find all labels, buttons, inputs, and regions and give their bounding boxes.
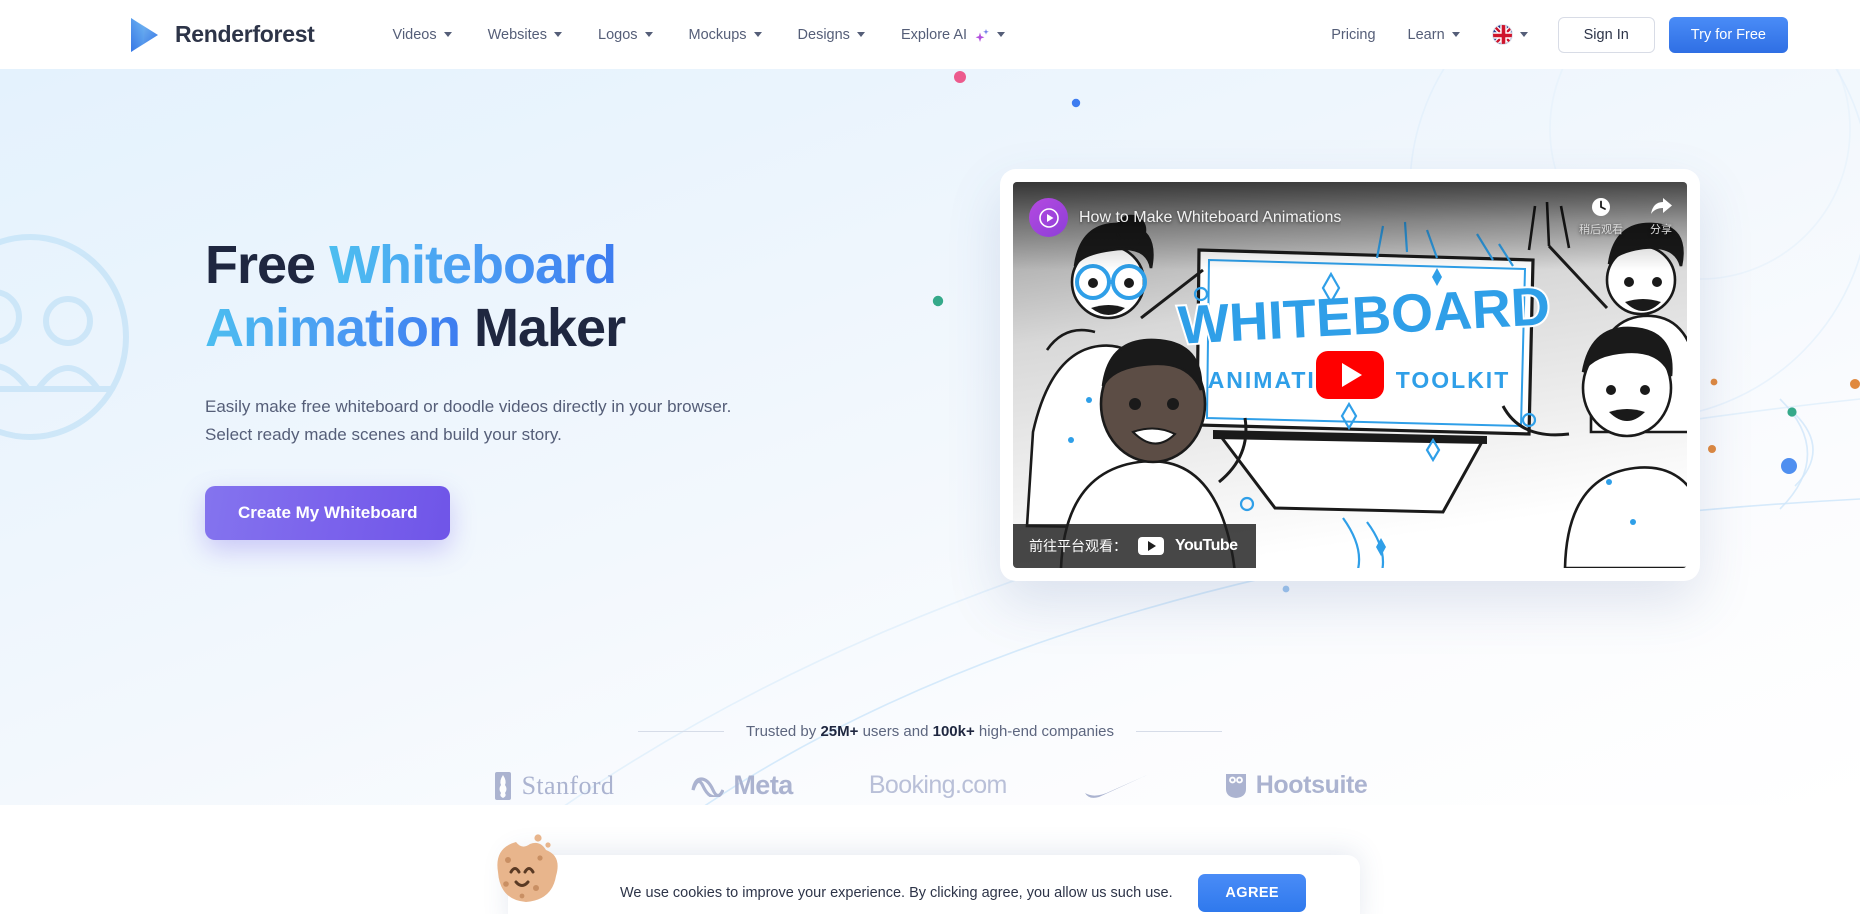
trust-middle: users and	[858, 723, 933, 740]
brand-name: Hootsuite	[1255, 771, 1368, 799]
sign-in-button[interactable]: Sign In	[1557, 16, 1655, 53]
hero-subtitle: Easily make free whiteboard or doodle vi…	[205, 393, 905, 448]
watch-later-button[interactable]: 稍后观看	[1579, 196, 1623, 237]
youtube-watermark[interactable]: 前往平台观看： YouTube	[1013, 524, 1256, 568]
share-button[interactable]: 分享	[1649, 196, 1673, 237]
nav-item-videos[interactable]: Videos	[375, 27, 470, 43]
title-part-whiteboard: Whiteboard	[329, 235, 617, 295]
nav-label: Learn	[1407, 26, 1445, 43]
clock-icon	[1592, 198, 1610, 216]
main-nav: Videos Websites Logos Mockups Designs Ex…	[375, 27, 1023, 43]
language-selector[interactable]	[1476, 24, 1544, 45]
nav-label: Logos	[598, 26, 638, 43]
trusted-by-bar: Trusted by 25M+ users and 100k+ high-end…	[0, 723, 1860, 740]
nav-label: Videos	[392, 26, 437, 43]
nike-swoosh-icon	[1084, 774, 1147, 798]
channel-avatar-icon[interactable]	[1029, 198, 1068, 237]
video-preview-card: WHITEBOARD ANIMATION TOOLKIT How to Make…	[1000, 169, 1700, 581]
trust-suffix: high-end companies	[974, 723, 1115, 740]
nav-item-explore-ai[interactable]: Explore AI	[883, 27, 1023, 43]
create-my-whiteboard-button[interactable]: Create My Whiteboard	[205, 486, 451, 541]
site-header: Renderforest Videos Websites Logos Mocku…	[0, 0, 1860, 69]
brand-meta: Meta	[690, 770, 793, 801]
watermark-platform: YouTube	[1175, 537, 1238, 554]
youtube-logo-icon	[1138, 537, 1164, 555]
divider-right	[1136, 731, 1223, 732]
subtitle-line-1: Easily make free whiteboard or doodle vi…	[205, 397, 732, 417]
renderforest-play-logo-icon	[128, 16, 162, 54]
svg-text:TOOLKIT: TOOLKIT	[1396, 367, 1511, 393]
video-player[interactable]: WHITEBOARD ANIMATION TOOLKIT How to Make…	[1013, 182, 1687, 568]
try-for-free-button[interactable]: Try for Free	[1668, 16, 1788, 53]
trust-users-count: 25M+	[820, 723, 859, 740]
stanford-tree-icon	[494, 771, 511, 800]
page-title: Free Whiteboard Animation Maker	[205, 234, 905, 359]
cookie-mascot-icon	[488, 832, 564, 908]
agree-button[interactable]: AGREE	[1198, 873, 1306, 912]
nav-item-learn[interactable]: Learn	[1392, 27, 1476, 43]
brand-booking: Booking.com	[868, 771, 1008, 800]
logo[interactable]: Renderforest	[128, 16, 315, 54]
cookie-consent-banner: We use cookies to improve your experienc…	[497, 834, 1360, 914]
hero-section: Free Whiteboard Animation Maker Easily m…	[0, 69, 1860, 805]
nav-label: Explore AI	[900, 26, 968, 43]
trusted-by-text: Trusted by 25M+ users and 100k+ high-end…	[746, 723, 1114, 740]
chevron-down-icon	[443, 32, 452, 37]
subtitle-line-2: Select ready made scenes and build your …	[205, 424, 562, 444]
trust-companies-count: 100k+	[932, 723, 975, 740]
nav-item-designs[interactable]: Designs	[780, 27, 883, 43]
uk-flag-icon	[1491, 24, 1513, 45]
chevron-down-icon	[1519, 32, 1528, 37]
brand-stanford: Stanford	[493, 771, 615, 801]
brand-nike	[1083, 773, 1149, 799]
title-part-maker: Maker	[460, 297, 626, 358]
nav-item-pricing[interactable]: Pricing	[1315, 27, 1391, 43]
share-label: 分享	[1650, 224, 1672, 236]
share-arrow-icon	[1651, 198, 1672, 214]
nav-item-websites[interactable]: Websites	[470, 27, 580, 43]
deco-dot-pink	[954, 71, 966, 83]
video-title-row: How to Make Whiteboard Animations	[1029, 198, 1671, 237]
video-title[interactable]: How to Make Whiteboard Animations	[1079, 209, 1341, 227]
cookie-message: We use cookies to improve your experienc…	[620, 884, 1173, 901]
chevron-down-icon	[554, 32, 562, 37]
meta-infinity-icon	[691, 776, 725, 797]
title-part-free: Free	[205, 235, 330, 295]
header-right-actions: Pricing Learn Sign In Try for Free	[1315, 0, 1860, 69]
nav-label: Websites	[487, 26, 547, 43]
nav-label: Mockups	[688, 26, 747, 43]
nav-item-logos[interactable]: Logos	[580, 27, 671, 43]
youtube-play-icon[interactable]	[1316, 351, 1384, 399]
nav-label: Designs	[797, 26, 850, 43]
nav-item-mockups[interactable]: Mockups	[671, 27, 780, 43]
brand-name: Stanford	[521, 770, 615, 800]
trust-prefix: Trusted by	[745, 723, 821, 740]
title-part-animation: Animation	[205, 297, 461, 358]
chevron-down-icon	[753, 32, 762, 37]
hero-copy: Free Whiteboard Animation Maker Easily m…	[205, 234, 905, 541]
chevron-down-icon	[856, 32, 865, 37]
video-actions: 稍后观看 分享	[1579, 196, 1673, 237]
booking-word: Booking	[868, 771, 956, 799]
logo-text: Renderforest	[175, 21, 315, 47]
nav-label: Pricing	[1331, 26, 1376, 43]
brand-name: Meta	[733, 770, 793, 800]
watermark-prefix: 前往平台观看：	[1029, 538, 1127, 554]
chevron-down-icon	[997, 32, 1006, 37]
chevron-down-icon	[644, 32, 653, 37]
brand-name: Booking.com	[868, 771, 1008, 800]
divider-left	[637, 731, 724, 732]
brand-hootsuite: Hootsuite	[1225, 771, 1368, 800]
sparkle-icon	[974, 28, 990, 44]
brand-logo-row: Stanford Meta Booking.com Hootsuite	[0, 770, 1860, 801]
booking-suffix: .com	[954, 771, 1007, 799]
watch-later-label: 稍后观看	[1579, 224, 1623, 236]
hootsuite-owl-icon	[1225, 773, 1246, 798]
chevron-down-icon	[1451, 32, 1460, 37]
